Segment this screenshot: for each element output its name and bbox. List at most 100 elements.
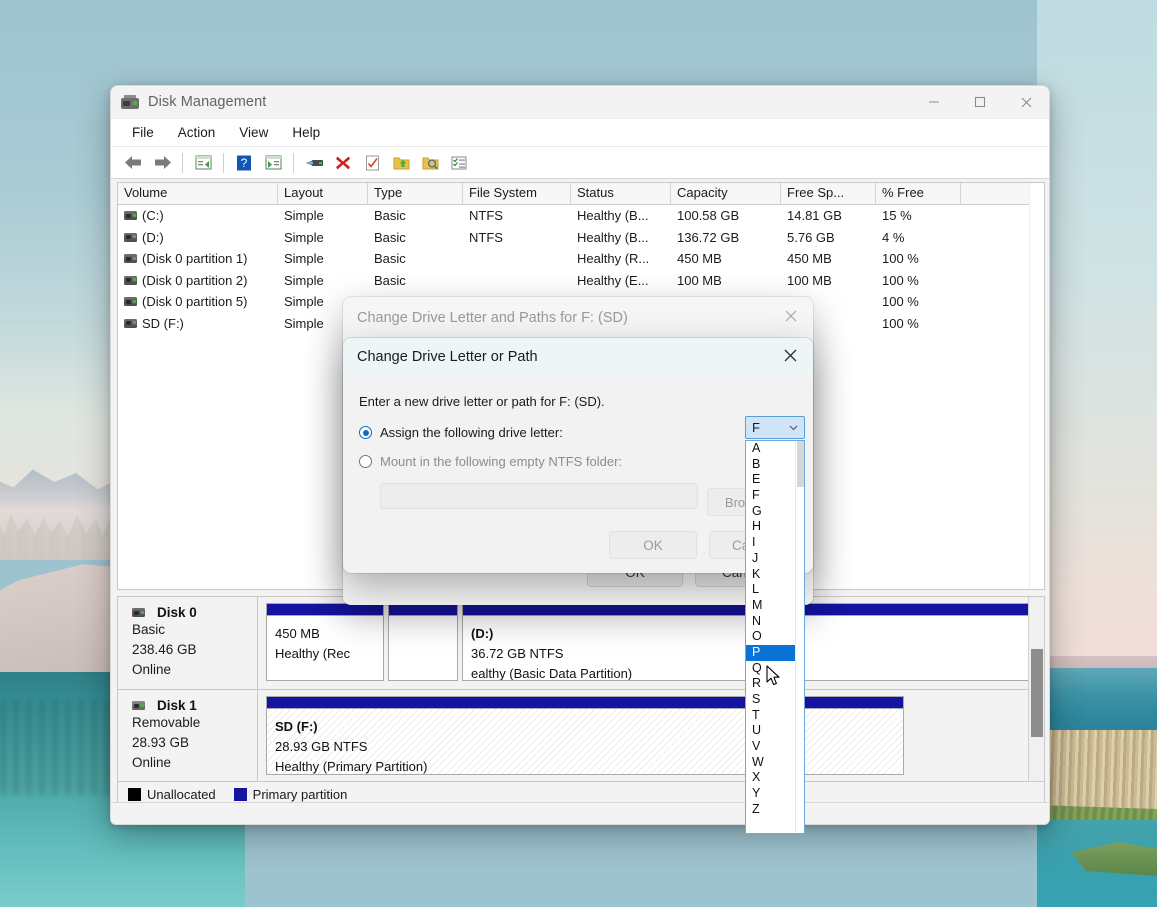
drive-letter-combobox[interactable]: F [745, 416, 805, 439]
delete-icon[interactable] [329, 150, 357, 176]
drive-icon [124, 211, 137, 221]
radio-assign-drive-letter[interactable]: Assign the following drive letter: [359, 425, 797, 440]
cell-percent-free: 100 % [882, 294, 919, 310]
details-list-icon[interactable] [445, 150, 473, 176]
column-header-layout[interactable]: Layout [278, 183, 368, 205]
drive-letter-dropdown-list[interactable]: ABEFGHIJKLMNOPQRSTUVWXYZ [745, 440, 805, 834]
show-hide-console-icon[interactable] [259, 150, 287, 176]
column-header-percent-free[interactable]: % Free [876, 183, 961, 205]
cell-capacity: 100 MB [677, 272, 722, 288]
inner-dialog-prompt: Enter a new drive letter or path for F: … [359, 394, 605, 409]
disk1-info[interactable]: Disk 1 Removable 28.93 GB Online [118, 690, 258, 781]
dropdown-option-x[interactable]: X [746, 770, 795, 786]
up-level-icon[interactable] [189, 150, 217, 176]
minimize-icon[interactable] [911, 86, 957, 119]
table-row[interactable]: (Disk 0 partition 2) Simple Basic Health… [118, 270, 1044, 292]
cell-volume: (Disk 0 partition 5) [142, 294, 248, 310]
cell-layout: Simple [284, 272, 324, 288]
radio-mount-ntfs-folder[interactable]: Mount in the following empty NTFS folder… [359, 454, 797, 469]
graphical-view-scrollbar[interactable] [1028, 597, 1044, 781]
cell-percent-free: 100 % [882, 251, 919, 267]
disk-icon [132, 608, 145, 617]
radio-mount-indicator[interactable] [359, 455, 372, 468]
disk0-type: Basic [132, 622, 166, 637]
volume-list-scrollbar[interactable] [1029, 183, 1044, 589]
cell-layout: Simple [284, 251, 324, 267]
column-header-status[interactable]: Status [571, 183, 671, 205]
column-header-capacity[interactable]: Capacity [671, 183, 781, 205]
outer-dialog-titlebar: Change Drive Letter and Paths for F: (SD… [343, 297, 813, 339]
cell-type: Basic [374, 251, 406, 267]
close-icon[interactable] [782, 347, 799, 368]
search-icon[interactable] [416, 150, 444, 176]
maximize-icon[interactable] [957, 86, 1003, 119]
partition-block[interactable] [388, 603, 458, 681]
dropdown-option-m[interactable]: M [746, 598, 795, 614]
dropdown-option-v[interactable]: V [746, 739, 795, 755]
cell-volume: (Disk 0 partition 1) [142, 251, 248, 267]
dropdown-option-g[interactable]: G [746, 504, 795, 520]
checkmark-page-icon[interactable] [358, 150, 386, 176]
properties-icon[interactable] [300, 150, 328, 176]
mount-path-input[interactable] [380, 483, 698, 509]
table-row[interactable]: (Disk 0 partition 1) Simple Basic Health… [118, 248, 1044, 270]
dropdown-option-y[interactable]: Y [746, 786, 795, 802]
dropdown-option-h[interactable]: H [746, 519, 795, 535]
partition-block[interactable]: 450 MB Healthy (Rec [266, 603, 384, 681]
dropdown-option-i[interactable]: I [746, 535, 795, 551]
export-list-icon[interactable] [387, 150, 415, 176]
dropdown-option-n[interactable]: N [746, 614, 795, 630]
chevron-down-icon[interactable] [789, 423, 798, 433]
dropdown-option-s[interactable]: S [746, 692, 795, 708]
close-icon[interactable] [1003, 86, 1049, 119]
back-arrow-icon[interactable] [119, 150, 147, 176]
dropdown-option-u[interactable]: U [746, 723, 795, 739]
dropdown-option-w[interactable]: W [746, 755, 795, 771]
volume-list-header: Volume Layout Type File System Status Ca… [118, 183, 1044, 205]
forward-arrow-icon[interactable] [148, 150, 176, 176]
dropdown-option-f[interactable]: F [746, 488, 795, 504]
dropdown-option-b[interactable]: B [746, 457, 795, 473]
dropdown-option-p[interactable]: P [746, 644, 795, 661]
legend-label-primary: Primary partition [252, 787, 348, 802]
partition-size: 28.93 GB NTFS [275, 739, 368, 754]
menu-action[interactable]: Action [167, 121, 227, 144]
scrollbar-thumb[interactable] [797, 441, 804, 487]
column-header-volume[interactable]: Volume [118, 183, 278, 205]
inner-ok-button[interactable]: OK [609, 531, 697, 559]
table-row[interactable]: (C:) Simple Basic NTFS Healthy (B... 100… [118, 205, 1044, 227]
dropdown-option-a[interactable]: A [746, 441, 795, 457]
dropdown-option-z[interactable]: Z [746, 802, 795, 818]
close-icon[interactable] [783, 308, 799, 328]
partition-size: 450 MB [275, 626, 320, 641]
dropdown-option-e[interactable]: E [746, 472, 795, 488]
dropdown-option-k[interactable]: K [746, 567, 795, 583]
menu-help[interactable]: Help [281, 121, 331, 144]
dropdown-option-j[interactable]: J [746, 551, 795, 567]
disk0-info[interactable]: Disk 0 Basic 238.46 GB Online [118, 597, 258, 689]
cell-volume: (D:) [142, 229, 164, 245]
cell-status: Healthy (B... [577, 229, 649, 245]
column-header-type[interactable]: Type [368, 183, 463, 205]
disk-row-disk0: Disk 0 Basic 238.46 GB Online 450 MB Hea… [118, 597, 1044, 690]
dropdown-option-t[interactable]: T [746, 708, 795, 724]
partition-cap [267, 697, 903, 709]
menu-file[interactable]: File [121, 121, 165, 144]
scrollbar-thumb[interactable] [1031, 649, 1043, 737]
table-row[interactable]: (D:) Simple Basic NTFS Healthy (B... 136… [118, 227, 1044, 249]
toolbar-separator [223, 152, 224, 173]
partition-cap [389, 604, 457, 616]
dropdown-scrollbar[interactable] [795, 441, 804, 833]
partition-block[interactable]: SD (F:) 28.93 GB NTFS Healthy (Primary P… [266, 696, 904, 775]
help-icon[interactable]: ? [230, 150, 258, 176]
column-header-file-system[interactable]: File System [463, 183, 571, 205]
disk1-state: Online [132, 755, 172, 770]
column-header-free-space[interactable]: Free Sp... [781, 183, 876, 205]
inner-dialog-titlebar: Change Drive Letter or Path [343, 338, 813, 376]
window-controls [911, 86, 1049, 119]
radio-assign-indicator[interactable] [359, 426, 372, 439]
dropdown-option-o[interactable]: O [746, 629, 795, 645]
cell-status: Healthy (E... [577, 272, 649, 288]
menu-view[interactable]: View [228, 121, 279, 144]
dropdown-option-l[interactable]: L [746, 582, 795, 598]
